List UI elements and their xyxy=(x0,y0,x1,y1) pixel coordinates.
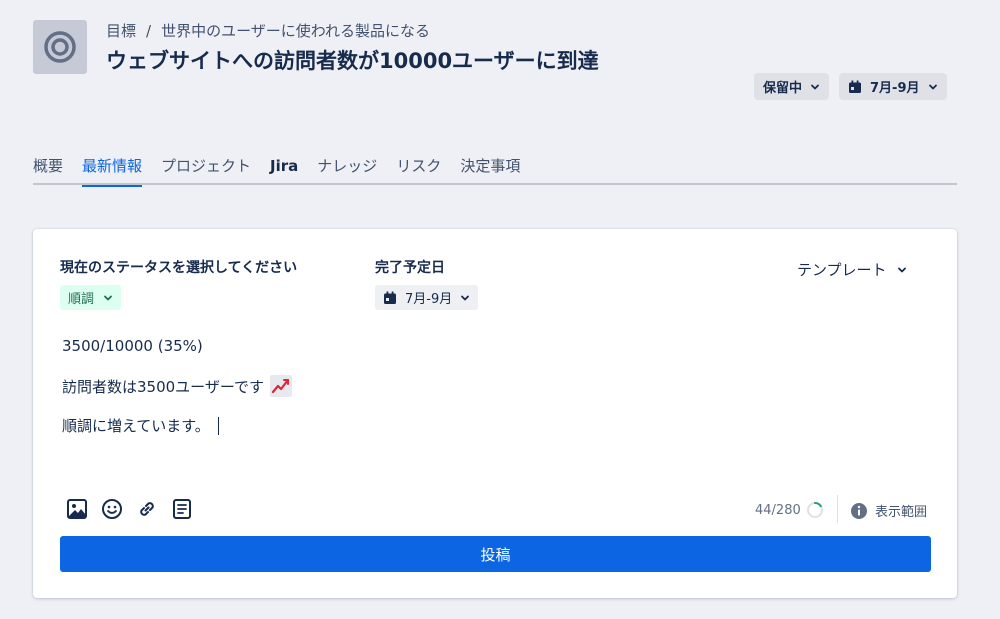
visibility-button[interactable]: 表示範囲 xyxy=(850,501,927,520)
breadcrumb-root-link[interactable]: 目標 xyxy=(106,20,136,41)
due-date-value: 7月-9月 xyxy=(405,292,453,307)
template-label: テンプレート xyxy=(797,261,887,279)
goal-icon xyxy=(33,20,87,74)
breadcrumb: 目標 / 世界中のユーザーに使われる製品になる xyxy=(106,20,430,41)
breadcrumb-parent-link[interactable]: 世界中のユーザーに使われる製品になる xyxy=(161,20,430,41)
editor-line-trend-text: 順調に増えています。 xyxy=(62,417,210,435)
chevron-down-icon xyxy=(461,295,470,300)
page-title: ウェブサイトへの訪問者数が10000ユーザーに到達 xyxy=(106,49,599,73)
character-progress-ring xyxy=(806,502,823,518)
template-dropdown[interactable]: テンプレート xyxy=(797,259,907,280)
post-button[interactable]: 投稿 xyxy=(60,536,931,572)
tab-projects[interactable]: プロジェクト xyxy=(161,155,251,185)
status-dropdown[interactable]: 保留中 xyxy=(754,73,830,100)
status-select[interactable]: 順調 xyxy=(60,285,122,310)
editor-line-trend[interactable]: 順調に増えています。 xyxy=(62,415,219,436)
tab-decisions[interactable]: 決定事項 xyxy=(460,155,520,185)
status-select-value: 順調 xyxy=(68,292,95,307)
character-count: 44/280 xyxy=(755,502,801,518)
tab-risks[interactable]: リスク xyxy=(396,155,441,185)
editor-line-visitors-text: 訪問者数は3500ユーザーです xyxy=(62,377,264,396)
insert-template-button[interactable] xyxy=(171,498,193,520)
smiley-icon xyxy=(102,499,122,519)
due-date-select[interactable]: 7月-9月 xyxy=(375,285,479,310)
tab-bar: 概要 最新情報 プロジェクト Jira ナレッジ リスク 決定事項 xyxy=(33,155,957,187)
chevron-down-icon xyxy=(928,84,937,89)
editor-toolbar xyxy=(66,498,193,520)
insert-image-button[interactable] xyxy=(66,498,88,520)
calendar-icon xyxy=(849,80,861,93)
due-date-heading: 完了予定日 xyxy=(375,260,445,276)
chevron-down-icon xyxy=(104,295,112,300)
tab-jira[interactable]: Jira xyxy=(270,155,298,185)
text-cursor xyxy=(217,416,219,435)
character-counter: 44/280 xyxy=(755,501,824,519)
insert-link-button[interactable] xyxy=(136,498,158,520)
tab-updates[interactable]: 最新情報 xyxy=(82,155,143,187)
document-icon xyxy=(173,499,191,519)
visibility-label: 表示範囲 xyxy=(875,505,928,520)
chevron-down-icon xyxy=(897,267,906,272)
update-card: 現在のステータスを選択してください 順調 完了予定日 7月-9月 テンプレート … xyxy=(33,229,957,598)
tab-overview[interactable]: 概要 xyxy=(33,155,63,185)
image-icon xyxy=(67,499,87,519)
editor-line-progress[interactable]: 3500/10000 (35%) xyxy=(62,337,203,355)
tab-knowledge[interactable]: ナレッジ xyxy=(317,155,377,185)
link-icon xyxy=(140,502,154,516)
insert-emoji-button[interactable] xyxy=(101,498,123,520)
date-dropdown[interactable]: 7月-9月 xyxy=(839,73,947,100)
toolbar-divider xyxy=(837,495,838,523)
chevron-down-icon xyxy=(811,84,819,89)
status-heading: 現在のステータスを選択してください xyxy=(60,260,298,276)
chart-increasing-icon xyxy=(269,375,292,397)
calendar-icon xyxy=(384,291,396,304)
status-dropdown-label: 保留中 xyxy=(763,81,803,96)
info-icon xyxy=(851,502,867,519)
date-dropdown-label: 7月-9月 xyxy=(870,81,920,96)
breadcrumb-separator: / xyxy=(146,21,152,40)
editor-line-visitors[interactable]: 訪問者数は3500ユーザーです xyxy=(62,375,292,397)
